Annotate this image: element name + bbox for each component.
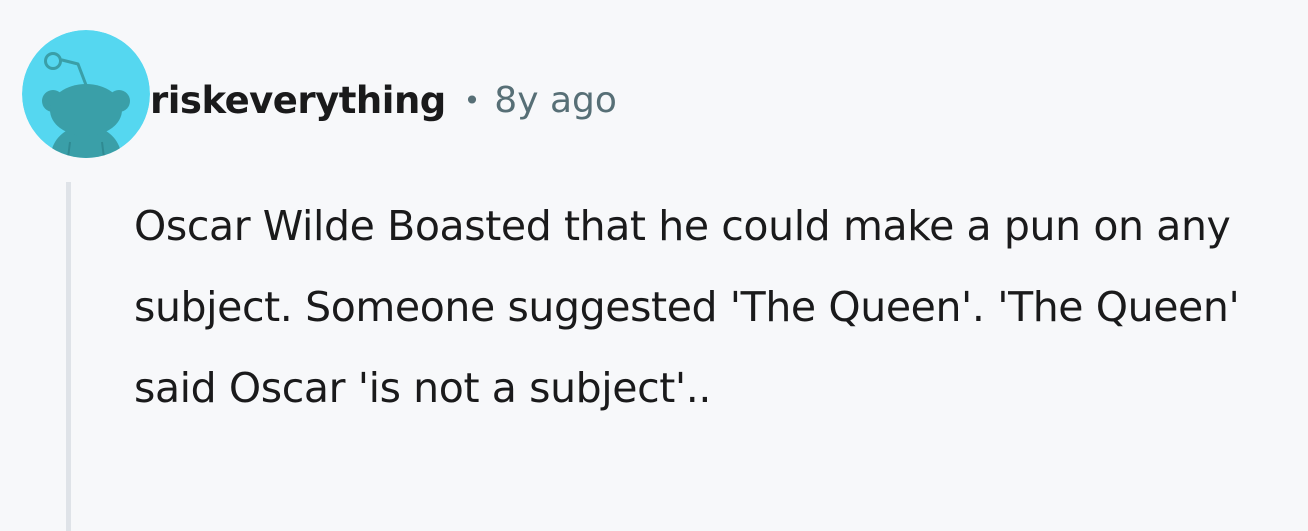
author-username[interactable]: riskeverything bbox=[150, 79, 446, 122]
comment-body: Oscar Wilde Boasted that he could make a… bbox=[134, 202, 1240, 412]
comment-meta: riskeverything • 8y ago bbox=[150, 74, 617, 126]
snoo-avatar-icon bbox=[22, 30, 150, 158]
thread-line[interactable] bbox=[66, 182, 71, 531]
comment-timestamp[interactable]: 8y ago bbox=[494, 80, 617, 121]
avatar[interactable] bbox=[22, 30, 150, 158]
meta-separator: • bbox=[463, 83, 481, 117]
